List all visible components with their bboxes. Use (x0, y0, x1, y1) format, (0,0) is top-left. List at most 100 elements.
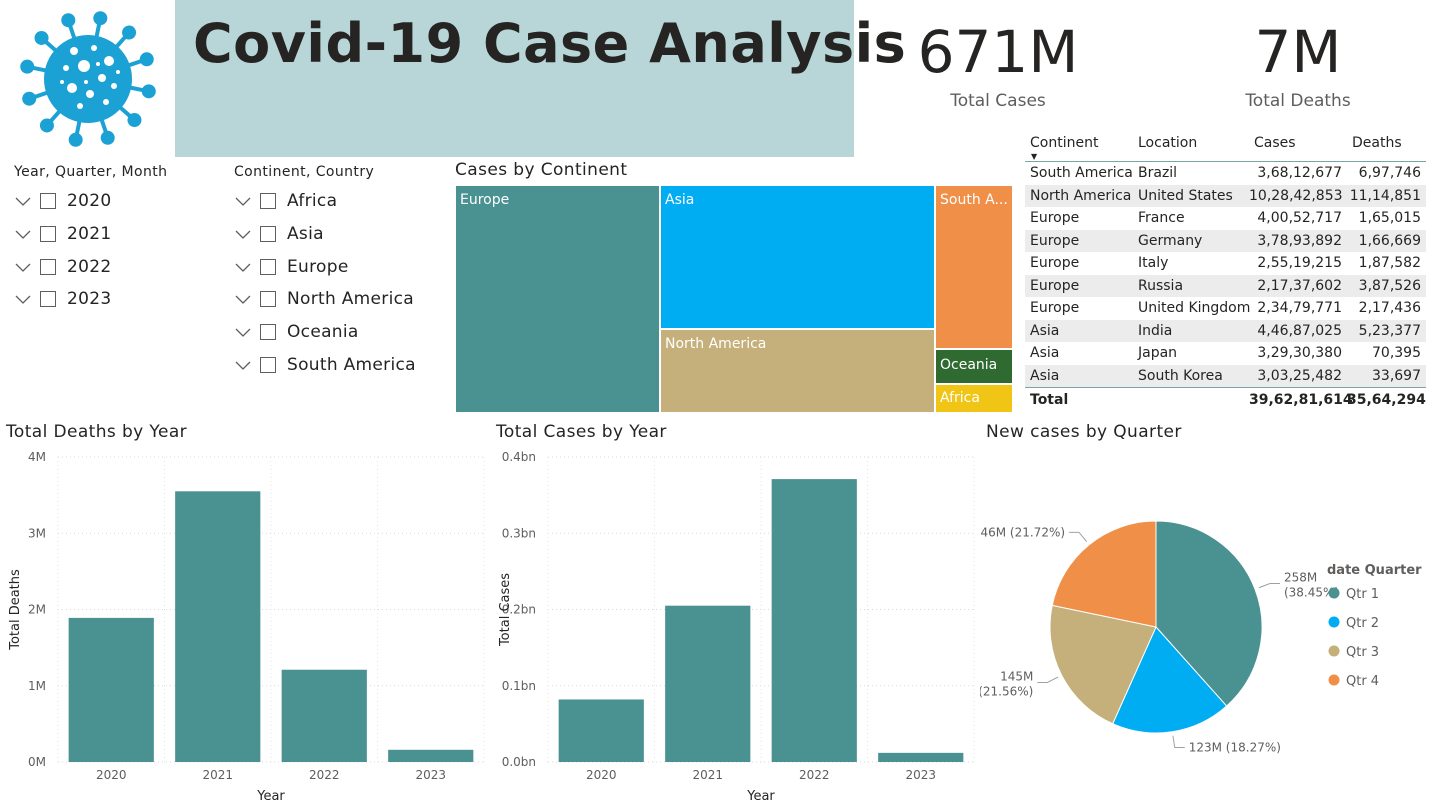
slicer-item-label: Oceania (287, 322, 359, 343)
table-row[interactable]: Asia South Korea 3,03,25,482 33,697 (1025, 364, 1426, 388)
treemap-cell-africa[interactable]: Africa (935, 384, 1013, 413)
legend-marker[interactable] (1328, 616, 1340, 628)
checkbox[interactable] (260, 258, 276, 275)
legend-marker[interactable] (1328, 674, 1340, 686)
slicer-item[interactable]: Africa (234, 185, 434, 218)
chevron-down-icon[interactable] (234, 258, 252, 276)
checkbox[interactable] (260, 226, 276, 243)
slicer-item[interactable]: 2022 (14, 250, 214, 283)
cell-location: Germany (1133, 229, 1249, 252)
cell-deaths: 1,87,582 (1358, 255, 1421, 272)
treemap-label-africa: Africa (940, 390, 980, 406)
bar-2022[interactable] (771, 479, 857, 762)
slicer-item[interactable]: South America (234, 348, 434, 381)
treemap-cell-europe[interactable]: Europe (455, 185, 660, 413)
treemap-cell-asia[interactable]: Asia (660, 185, 935, 329)
slicer-item[interactable]: Europe (234, 250, 434, 283)
treemap-label-europe: Europe (460, 192, 510, 208)
table-row[interactable]: Asia India 4,46,87,025 5,23,377 (1025, 319, 1426, 342)
table-row[interactable]: Europe France 4,00,52,717 1,65,015 (1025, 207, 1426, 230)
column-header-cases[interactable]: Cases (1249, 135, 1347, 162)
legend-item-label[interactable]: Qtr 3 (1346, 645, 1379, 660)
chevron-down-icon[interactable] (234, 192, 252, 210)
table-row[interactable]: Europe Russia 2,17,37,602 3,87,526 (1025, 274, 1426, 297)
slicer-item[interactable]: 2021 (14, 218, 214, 251)
table-row[interactable]: Europe Italy 2,55,19,215 1,87,582 (1025, 252, 1426, 275)
legend-item-label[interactable]: Qtr 1 (1346, 587, 1379, 602)
checkbox[interactable] (40, 226, 56, 243)
y-tick-label: 3M (28, 526, 46, 540)
bar-2020[interactable] (558, 699, 644, 762)
legend-marker[interactable] (1328, 587, 1340, 599)
chevron-down-icon[interactable] (14, 192, 32, 210)
bar-2022[interactable] (281, 669, 367, 762)
checkbox[interactable] (260, 291, 276, 308)
slicer-item-label: 2021 (67, 224, 112, 245)
y-tick-label: 2M (28, 603, 46, 617)
cases-table-container: Continent ▼ Location Cases Deaths South … (1025, 135, 1426, 412)
deaths-chart-title: Total Deaths by Year (6, 422, 188, 442)
table-row[interactable]: Europe United Kingdom 2,34,79,771 2,17,436 (1025, 297, 1426, 320)
checkbox[interactable] (40, 291, 56, 308)
checkbox[interactable] (40, 258, 56, 275)
slicer-item[interactable]: 2023 (14, 283, 214, 316)
cell-deaths: 1,66,669 (1347, 229, 1426, 252)
slicer-item-label: 2023 (67, 289, 112, 310)
legend-item-label[interactable]: Qtr 4 (1346, 674, 1379, 689)
bar-2021[interactable] (175, 491, 261, 762)
sort-down-icon: ▼ (1031, 152, 1038, 161)
treemap-cell-south-america[interactable]: South A... (935, 185, 1013, 349)
pie-data-label: 145M (21.56%) (980, 669, 1033, 698)
cell-location: United States (1133, 184, 1249, 207)
bar-2020[interactable] (68, 617, 154, 762)
y-tick-label: 1M (28, 679, 46, 693)
location-slicer: Africa Asia Europe North America Oceania Sout… (234, 185, 434, 381)
cell-cases: 3,29,30,380 (1257, 345, 1342, 362)
slicer-item-label: 2022 (67, 256, 112, 277)
table-row[interactable]: North America United States 10,28,42,853 11… (1025, 184, 1426, 207)
chevron-down-icon[interactable] (234, 225, 252, 243)
bar-2021[interactable] (665, 605, 751, 762)
cell-deaths: 70,395 (1372, 345, 1421, 362)
slicer-item[interactable]: Oceania (234, 316, 434, 349)
cell-continent: North America (1025, 184, 1133, 207)
chevron-down-icon[interactable] (14, 290, 32, 308)
table-row[interactable]: Asia Japan 3,29,30,380 70,395 (1025, 342, 1426, 365)
slicer-item[interactable]: Asia (234, 218, 434, 251)
table-row[interactable]: South America Brazil 3,68,12,677 6,97,746 (1025, 162, 1426, 185)
checkbox[interactable] (260, 324, 276, 341)
column-header-continent[interactable]: Continent ▼ (1025, 135, 1133, 162)
slicer-item-label: Europe (287, 256, 349, 277)
cell-cases: 2,55,19,215 (1257, 255, 1342, 272)
treemap-label-north-america: North America (665, 336, 767, 352)
legend-marker[interactable] (1328, 645, 1340, 657)
virus-logo-svg (20, 11, 156, 147)
chevron-down-icon[interactable] (234, 290, 252, 308)
table-row[interactable]: Europe Germany 3,78,93,892 1,66,669 (1025, 229, 1426, 252)
bar-2023[interactable] (388, 749, 474, 762)
column-header-deaths[interactable]: Deaths (1347, 135, 1426, 162)
title-banner: Covid-19 Case Analysis (175, 0, 906, 157)
checkbox[interactable] (260, 193, 276, 210)
chevron-down-icon[interactable] (234, 356, 252, 374)
chevron-down-icon[interactable] (14, 258, 32, 276)
chevron-down-icon[interactable] (14, 225, 32, 243)
x-tick-label: 2021 (202, 768, 233, 782)
chevron-down-icon[interactable] (234, 323, 252, 341)
treemap-cell-oceania[interactable]: Oceania (935, 349, 1013, 384)
deaths-by-year-chart: 0M 1M 2M 3M 4M 2020 2021 2022 2023 Year Total Deat… (8, 450, 485, 804)
checkbox[interactable] (260, 356, 276, 373)
checkbox[interactable] (40, 193, 56, 210)
pie-chart-title: New cases by Quarter (986, 422, 1182, 442)
cell-deaths: 33,697 (1347, 364, 1426, 388)
y-tick-label: 0.3bn (502, 526, 536, 540)
treemap-cell-north-america[interactable]: North America (660, 329, 935, 413)
bar-2023[interactable] (878, 752, 964, 762)
leader-line (1037, 676, 1059, 683)
cell-continent: Europe (1030, 300, 1080, 317)
slicer-item[interactable]: 2020 (14, 185, 214, 218)
column-header-location[interactable]: Location (1133, 135, 1249, 162)
slicer-item[interactable]: North America (234, 283, 434, 316)
legend-item-label[interactable]: Qtr 2 (1346, 616, 1379, 631)
cases-by-year-chart: 0.0bn0.1bn0.2bn0.3bn0.4bn2020 2021 2022 202… (498, 450, 975, 804)
